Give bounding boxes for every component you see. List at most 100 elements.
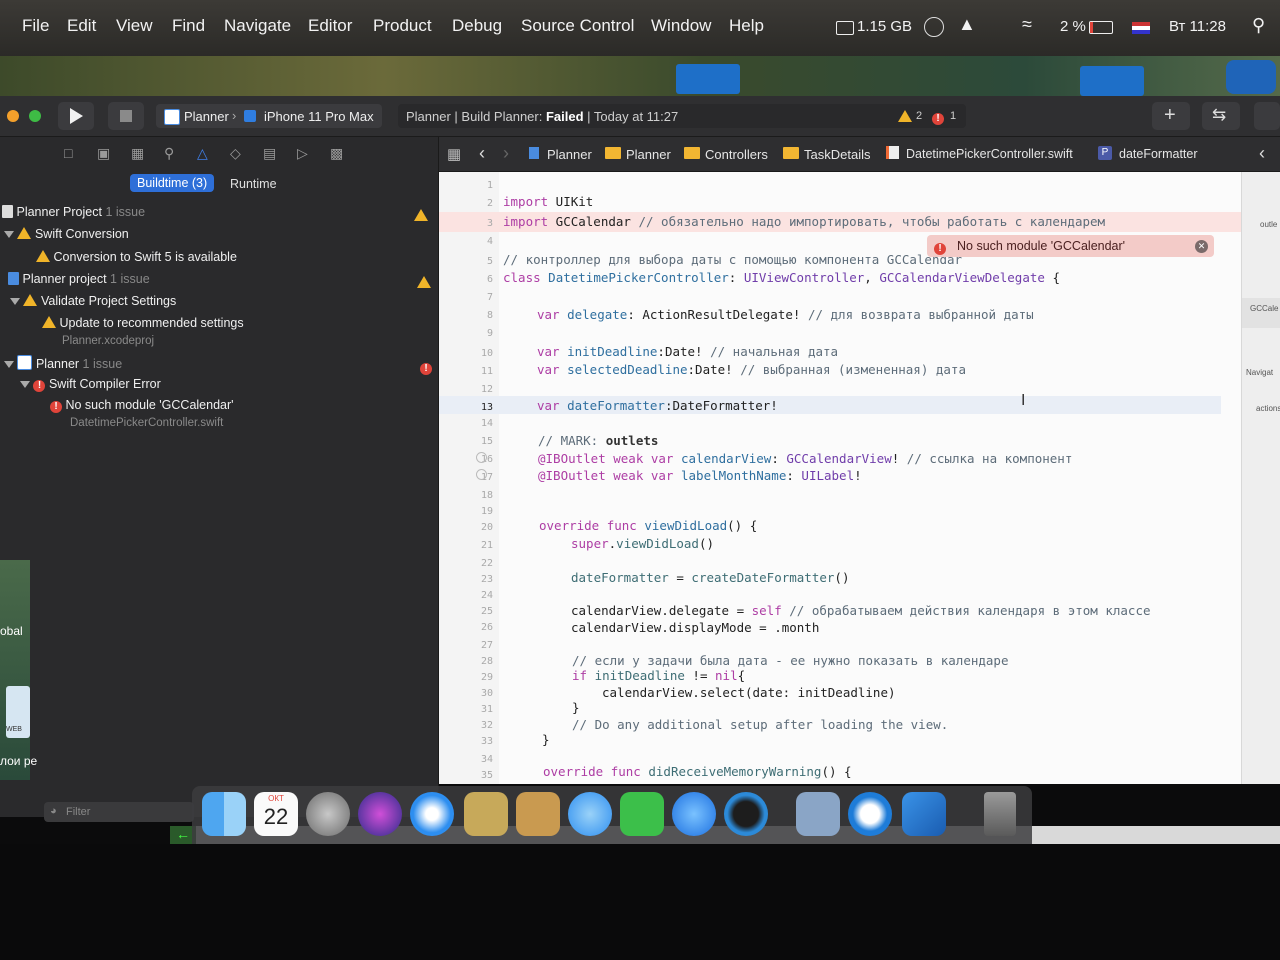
- report-navigator-icon[interactable]: ▩: [330, 145, 346, 161]
- menu-navigate[interactable]: Navigate: [224, 16, 291, 36]
- battery-percent[interactable]: 2 %: [1060, 18, 1086, 35]
- teamviewer-icon[interactable]: [848, 792, 892, 836]
- swift-file-icon: [886, 146, 899, 159]
- facetime-icon[interactable]: [620, 792, 664, 836]
- battery-icon[interactable]: [1089, 21, 1113, 34]
- launchpad-icon[interactable]: [306, 792, 350, 836]
- disclosure-triangle-icon: [4, 361, 14, 368]
- symbol-navigator-icon[interactable]: ▦: [131, 145, 147, 161]
- zoom-icon[interactable]: [29, 110, 41, 122]
- source-editor[interactable]: 1 2 3 4 5 6 7 8 9 10 11 12 13 14 15 16 17 18 19 20 21 22 23 24 2…: [439, 172, 1241, 784]
- minimap[interactable]: outle GCCale Navigat actions: [1241, 172, 1280, 784]
- minimap-label: actions: [1256, 404, 1280, 413]
- jump-group-controllers[interactable]: Controllers: [705, 147, 768, 162]
- xcode-icon[interactable]: [902, 792, 946, 836]
- jump-group-taskdetails[interactable]: TaskDetails: [804, 147, 870, 162]
- jump-bar: ▦ ‹ › Planner Planner Controllers TaskDe…: [439, 137, 1280, 172]
- filter-field[interactable]: ◕ Filter: [44, 802, 194, 822]
- tab-buildtime[interactable]: Buildtime (3): [130, 174, 215, 192]
- back-arrow-icon[interactable]: ‹: [479, 143, 485, 164]
- menu-product[interactable]: Product: [373, 16, 432, 36]
- menu-debug[interactable]: Debug: [452, 16, 502, 36]
- flag-icon[interactable]: [1132, 22, 1150, 34]
- issue-category-swift-conversion[interactable]: Swift Conversion: [4, 227, 129, 241]
- menu-view[interactable]: View: [116, 16, 153, 36]
- source-control-icon[interactable]: ▣: [97, 145, 113, 161]
- breakpoint-navigator-icon[interactable]: ▷: [297, 145, 313, 161]
- jump-file[interactable]: DatetimePickerController.swift: [906, 147, 1073, 161]
- run-button[interactable]: [58, 102, 94, 130]
- outlet-connection-icon[interactable]: [476, 469, 487, 480]
- notes-icon[interactable]: [516, 792, 560, 836]
- jump-group-planner[interactable]: Planner: [626, 147, 671, 162]
- issue-no-such-module[interactable]: ! No such module 'GCCalendar': [50, 398, 234, 413]
- issue-category-swift-compiler-error[interactable]: ! Swift Compiler Error: [20, 377, 161, 392]
- menu-window[interactable]: Window: [651, 16, 711, 36]
- memory-usage[interactable]: 1.15 GB: [857, 18, 912, 35]
- line-number: 3: [486, 218, 493, 229]
- issue-update-settings[interactable]: Update to recommended settings: [42, 316, 244, 330]
- minimap-viewport[interactable]: [1242, 298, 1280, 328]
- spotlight-search-icon[interactable]: ⚲: [1252, 15, 1265, 36]
- line-number: 35: [480, 770, 493, 781]
- menu-edit[interactable]: Edit: [67, 16, 96, 36]
- related-items-icon[interactable]: ▦: [447, 145, 461, 163]
- issue-category-validate-settings[interactable]: Validate Project Settings: [10, 294, 176, 308]
- issue-back-arrow-icon[interactable]: ‹: [1259, 143, 1265, 164]
- preview-icon[interactable]: [464, 792, 508, 836]
- forward-arrow-icon[interactable]: ›: [503, 143, 509, 164]
- code-line-25: calendarView.delegate = self // обрабаты…: [571, 603, 1151, 618]
- library-button[interactable]: +: [1152, 102, 1190, 130]
- wifi-icon[interactable]: ≈: [1022, 14, 1032, 35]
- quicktime-icon[interactable]: [724, 792, 768, 836]
- calendar-icon[interactable]: ОКТ 22: [254, 792, 298, 836]
- outlet-connection-icon[interactable]: [476, 452, 487, 463]
- activity-viewer[interactable]: Planner | Build Planner: Failed | Today …: [398, 104, 966, 128]
- finder-icon[interactable]: [202, 792, 246, 836]
- find-navigator-icon[interactable]: ⚲: [164, 145, 180, 161]
- panels-button[interactable]: [1254, 102, 1280, 130]
- scheme-selector[interactable]: Planner › iPhone 11 Pro Max: [156, 104, 382, 128]
- siri-icon[interactable]: [358, 792, 402, 836]
- safari-icon[interactable]: [410, 792, 454, 836]
- folder-icon[interactable]: [1080, 66, 1144, 96]
- tab-runtime[interactable]: Runtime: [230, 177, 277, 191]
- inline-error-message[interactable]: ! No such module 'GCCalendar' ✕: [927, 235, 1214, 257]
- debug-navigator-icon[interactable]: ▤: [263, 145, 279, 161]
- minimap-label: Navigat: [1246, 368, 1274, 377]
- messages-icon[interactable]: [568, 792, 612, 836]
- menu-editor[interactable]: Editor: [308, 16, 352, 36]
- trash-icon[interactable]: [984, 792, 1016, 836]
- jump-symbol[interactable]: dateFormatter: [1119, 147, 1198, 161]
- test-navigator-icon[interactable]: ◇: [230, 145, 246, 161]
- line-number: 27: [480, 640, 493, 651]
- image-capture-icon[interactable]: [796, 792, 840, 836]
- close-icon[interactable]: ✕: [1195, 240, 1208, 253]
- folder-icon[interactable]: [676, 64, 740, 94]
- menu-find[interactable]: Find: [172, 16, 205, 36]
- issue-conversion-available[interactable]: Conversion to Swift 5 is available: [36, 250, 237, 264]
- code-review-button[interactable]: ⇆: [1202, 102, 1240, 130]
- menu-source-control[interactable]: Source Control: [521, 16, 634, 36]
- error-icon[interactable]: !: [932, 109, 944, 125]
- folder-navigator-icon[interactable]: □: [64, 145, 80, 161]
- issue-navigator-icon[interactable]: △: [197, 145, 213, 161]
- line-number: 24: [480, 590, 493, 601]
- code-line-2: import UIKit: [503, 194, 594, 209]
- notification-icon[interactable]: ▲: [958, 14, 976, 35]
- issue-group-planner-project-2[interactable]: Planner project 1 issue: [8, 272, 150, 286]
- issue-group-planner[interactable]: Planner 1 issue: [4, 355, 122, 371]
- minimize-icon[interactable]: [7, 110, 19, 122]
- code-line-32: // Do any additional setup after loading…: [572, 717, 949, 732]
- stop-button[interactable]: [108, 102, 144, 130]
- jump-project[interactable]: Planner: [547, 147, 592, 162]
- app-store-icon[interactable]: [672, 792, 716, 836]
- menu-file[interactable]: File: [22, 16, 49, 36]
- menu-help[interactable]: Help: [729, 16, 764, 36]
- app-shortcut-icon[interactable]: [1226, 60, 1276, 94]
- warning-icon[interactable]: [898, 109, 912, 124]
- desktop-document-icon[interactable]: WEB: [6, 686, 30, 738]
- issue-group-planner-project[interactable]: Planner Project 1 issue: [2, 205, 145, 219]
- clock[interactable]: Вт 11:28: [1169, 18, 1226, 35]
- accessibility-icon[interactable]: [924, 17, 944, 37]
